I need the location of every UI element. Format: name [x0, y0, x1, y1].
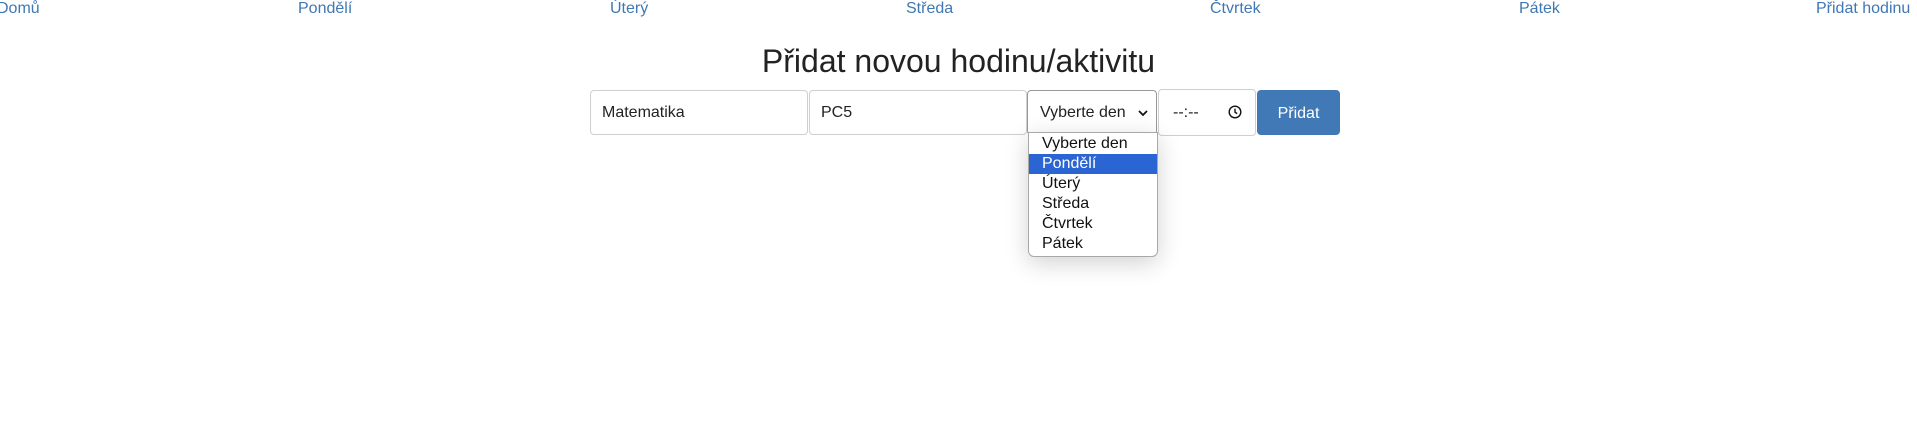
day-option[interactable]: Úterý	[1029, 174, 1157, 194]
time-input[interactable]: --:--	[1158, 89, 1256, 136]
nav-link-monday[interactable]: Pondělí	[298, 0, 352, 18]
subject-input[interactable]: Matematika	[590, 90, 808, 135]
time-input-value: --:--	[1173, 104, 1199, 121]
day-dropdown-list: Vyberte den Pondělí Úterý Středa Čtvrtek…	[1028, 132, 1158, 257]
nav-link-home[interactable]: Domů	[0, 0, 40, 18]
chevron-down-icon	[1138, 91, 1148, 134]
nav-link-tuesday[interactable]: Úterý	[610, 0, 648, 18]
nav-link-add-lesson[interactable]: Přidat hodinu	[1816, 0, 1910, 18]
day-option[interactable]: Pátek	[1029, 234, 1157, 254]
day-select[interactable]: Vyberte den	[1027, 90, 1157, 135]
day-option[interactable]: Vyberte den	[1029, 134, 1157, 154]
nav-link-wednesday[interactable]: Středa	[906, 0, 953, 18]
nav-link-thursday[interactable]: Čtvrtek	[1210, 0, 1261, 18]
page-title: Přidat novou hodinu/aktivitu	[761, 43, 1156, 79]
day-option-highlighted[interactable]: Pondělí	[1029, 154, 1157, 174]
day-option[interactable]: Čtvrtek	[1029, 214, 1157, 234]
room-input[interactable]: PC5	[809, 90, 1027, 135]
clock-icon[interactable]	[1228, 105, 1242, 119]
add-button[interactable]: Přidat	[1257, 90, 1340, 135]
top-nav: Domů Pondělí Úterý Středa Čtvrtek Pátek …	[0, 0, 1917, 20]
day-select-value: Vyberte den	[1040, 104, 1126, 121]
day-option[interactable]: Středa	[1029, 194, 1157, 214]
nav-link-friday[interactable]: Pátek	[1519, 0, 1560, 18]
